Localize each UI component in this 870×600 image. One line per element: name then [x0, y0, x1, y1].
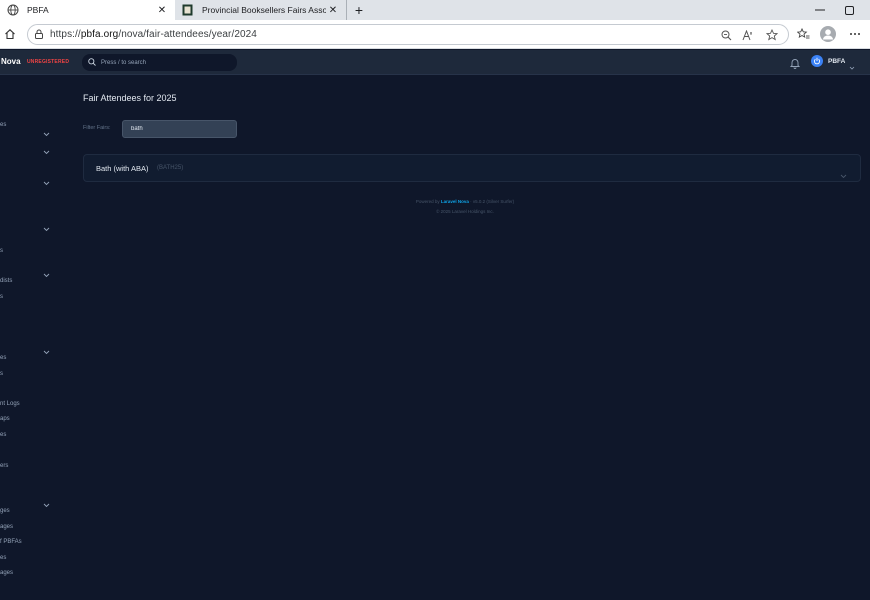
favorites-icon[interactable]	[795, 26, 811, 42]
sidebar-item[interactable]: f PBFAs	[0, 539, 22, 545]
brand-name[interactable]: Nova	[1, 57, 21, 66]
browser-tab-title: PBFA	[27, 5, 49, 15]
home-icon[interactable]	[2, 26, 18, 42]
filter-fairs-input[interactable]	[122, 120, 237, 138]
sidebar-item[interactable]: es	[0, 355, 6, 361]
sidebar-item[interactable]: es	[0, 432, 6, 438]
sidebar-item[interactable]: s	[0, 294, 3, 300]
sidebar-item[interactable]: ges	[0, 508, 10, 514]
url-bar[interactable]: https://pbfa.org/nova/fair-attendees/yea…	[27, 24, 789, 45]
sidebar-item[interactable]: nt Logs	[0, 401, 20, 407]
footer-copyright: © 2025 Laravel Holdings Inc.	[436, 209, 494, 214]
sidebar-item[interactable]: dists	[0, 278, 12, 284]
maximize-button[interactable]	[834, 0, 864, 20]
search-icon	[88, 57, 96, 68]
sidebar-item[interactable]: es	[0, 122, 6, 128]
browser-tab-bar: PBFA ✕ Provincial Booksellers Fairs Asso…	[0, 0, 870, 20]
browser-tab-provincial[interactable]: Provincial Booksellers Fairs Assoc ✕	[175, 0, 347, 20]
notifications-bell-icon[interactable]	[789, 56, 801, 69]
browser-tab-title: Provincial Booksellers Fairs Assoc	[202, 5, 326, 15]
user-menu[interactable]: PBFA	[811, 55, 855, 70]
sidebar: es s dists s es s nt Logs aps es ers ges…	[0, 75, 60, 600]
laravel-nova-link[interactable]: Laravel Nova	[441, 199, 469, 204]
globe-icon	[6, 4, 19, 17]
chevron-down-icon[interactable]	[43, 265, 50, 278]
sidebar-item[interactable]: aps	[0, 416, 10, 422]
sidebar-item[interactable]: s	[0, 248, 3, 254]
fair-result-row[interactable]: Bath (with ABA) (BATH25)	[83, 154, 861, 182]
sidebar-item[interactable]: ers	[0, 463, 8, 469]
footer-powered-by: Powered by Laravel Nova · v5.0.2 (Silver…	[415, 199, 515, 204]
browser-tab-pbfa[interactable]: PBFA ✕	[0, 0, 175, 20]
more-menu-icon[interactable]	[847, 26, 863, 42]
power-icon	[811, 55, 823, 67]
minimize-button[interactable]	[805, 0, 835, 20]
search-placeholder: Press / to search	[101, 59, 147, 66]
favorite-star-icon[interactable]	[764, 27, 780, 43]
chevron-down-icon	[849, 58, 855, 70]
profile-avatar-icon[interactable]	[820, 26, 836, 42]
chevron-down-icon[interactable]	[840, 166, 847, 179]
close-tab-icon[interactable]: ✕	[326, 5, 340, 16]
main-content: Fair Attendees for 2025 Filter Fairs: Ba…	[60, 75, 870, 600]
chevron-down-icon[interactable]	[43, 173, 50, 186]
fair-name: Bath (with ABA)	[96, 164, 149, 173]
url-text: https://pbfa.org/nova/fair-attendees/yea…	[50, 29, 257, 40]
filter-label: Filter Fairs:	[83, 125, 111, 131]
license-badge: UNREGISTERED	[27, 58, 70, 65]
app-header: Nova UNREGISTERED Press / to search PBFA	[0, 50, 870, 75]
fair-code: (BATH25)	[157, 165, 184, 171]
lock-icon	[34, 26, 44, 44]
chevron-down-icon[interactable]	[43, 142, 50, 155]
zoom-icon[interactable]	[718, 27, 734, 43]
book-icon	[181, 4, 194, 17]
read-aloud-icon[interactable]	[740, 27, 756, 43]
chevron-down-icon[interactable]	[43, 124, 50, 137]
sidebar-item[interactable]: es	[0, 555, 6, 561]
sidebar-item[interactable]: s	[0, 371, 3, 377]
user-name: PBFA	[828, 57, 846, 65]
sidebar-item[interactable]: ages	[0, 524, 13, 530]
chevron-down-icon[interactable]	[43, 495, 50, 508]
page-title: Fair Attendees for 2025	[83, 93, 177, 103]
close-tab-icon[interactable]: ✕	[155, 5, 169, 16]
sidebar-item[interactable]: ages	[0, 570, 13, 576]
global-search[interactable]: Press / to search	[82, 54, 237, 71]
browser-address-bar: https://pbfa.org/nova/fair-attendees/yea…	[0, 20, 870, 49]
chevron-down-icon[interactable]	[43, 342, 50, 355]
new-tab-button[interactable]: +	[347, 0, 371, 20]
chevron-down-icon[interactable]	[43, 219, 50, 232]
